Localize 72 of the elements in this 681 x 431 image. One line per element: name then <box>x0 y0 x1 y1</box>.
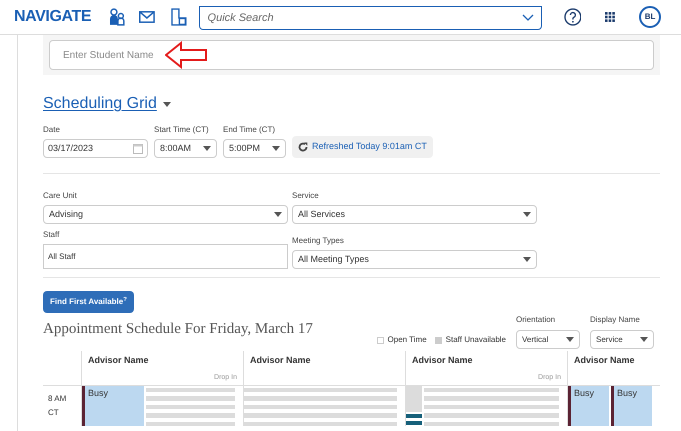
caret-icon <box>566 337 574 342</box>
user-avatar[interactable]: BL <box>639 6 662 28</box>
field-label: End Time (CT) <box>223 124 276 136</box>
document-icon[interactable] <box>170 8 187 26</box>
legend-swatch <box>376 336 384 344</box>
open-slot[interactable] <box>146 413 235 418</box>
open-slot[interactable] <box>244 404 397 410</box>
filter-select[interactable]: All Meeting Types <box>292 250 537 269</box>
people-icon[interactable] <box>109 8 125 26</box>
caret-icon <box>203 146 211 151</box>
time-select[interactable]: 8:00AM <box>154 139 217 158</box>
field-label: Meeting Types <box>292 235 345 247</box>
refresh-status[interactable]: Refreshed Today 9:01am CT <box>292 136 433 158</box>
column-header: Advisor Name <box>88 354 150 367</box>
busy-block[interactable]: Busy <box>568 386 609 426</box>
open-slot[interactable] <box>424 396 559 401</box>
caret-icon <box>523 257 531 262</box>
apps-grid-icon[interactable] <box>605 12 616 22</box>
column-header: Advisor Name <box>412 354 474 367</box>
refresh-icon[interactable] <box>298 142 308 152</box>
busy-block[interactable]: Busy <box>82 386 144 426</box>
date-field[interactable]: 03/17/2023 <box>43 139 148 158</box>
dropdown-caret-icon <box>162 102 171 106</box>
legend-label: Open Time <box>388 334 427 346</box>
appointment-marker[interactable] <box>406 414 422 418</box>
filter-select[interactable]: Advising <box>43 205 288 224</box>
staff-field[interactable]: All Staff <box>43 244 288 269</box>
view-select[interactable]: Vertical <box>516 330 580 349</box>
field-label: Orientation <box>516 314 556 326</box>
open-slot[interactable] <box>244 396 397 401</box>
open-slot[interactable] <box>146 388 235 392</box>
appointment-marker[interactable] <box>406 421 422 425</box>
calendar-icon[interactable] <box>133 143 143 154</box>
legend-label: Staff Unavailable <box>446 334 506 346</box>
brand-logo[interactable]: NAVIGATE <box>14 5 92 29</box>
column-header: Advisor Name <box>574 354 636 367</box>
annotation-arrow-icon <box>165 41 207 69</box>
busy-block[interactable]: Busy <box>611 386 652 426</box>
caret-icon <box>523 212 531 217</box>
legend-swatch <box>434 336 442 344</box>
column-header: Advisor Name <box>250 354 312 367</box>
open-slot[interactable] <box>424 413 559 418</box>
open-slot[interactable] <box>244 413 397 418</box>
caret-icon <box>274 212 282 217</box>
mail-icon[interactable] <box>138 11 155 23</box>
field-label: Care Unit <box>43 190 78 202</box>
open-slot[interactable] <box>424 422 559 426</box>
field-label: Display Name <box>590 314 641 326</box>
time-label: 8 AM CT <box>47 393 68 419</box>
find-first-available-button[interactable]: Find First Available$^{?}$ <box>43 291 134 313</box>
open-slot[interactable] <box>146 422 235 426</box>
view-title-link[interactable]: Scheduling Grid <box>43 92 157 116</box>
open-slot[interactable] <box>146 396 235 401</box>
open-slot[interactable] <box>244 388 397 392</box>
view-select[interactable]: Service <box>590 330 654 349</box>
open-slot[interactable] <box>146 404 235 410</box>
open-slot[interactable] <box>244 422 397 426</box>
field-label: Staff <box>43 229 60 241</box>
quick-search-field[interactable]: Quick Search <box>198 6 542 30</box>
time-select[interactable]: 5:00PM <box>223 139 286 158</box>
field-label: Date <box>43 124 61 136</box>
student-name-field[interactable]: Enter Student Name <box>49 40 654 70</box>
field-label: Service <box>292 190 320 202</box>
chevron-down-icon[interactable] <box>522 14 534 21</box>
filter-select[interactable]: All Services <box>292 205 537 224</box>
schedule-title: Appointment Schedule For Friday, March 17 <box>43 320 313 338</box>
help-icon[interactable] <box>564 8 582 26</box>
caret-icon <box>640 337 648 342</box>
open-slot[interactable] <box>424 404 559 410</box>
field-label: Start Time (CT) <box>154 124 210 136</box>
caret-icon <box>272 146 280 151</box>
open-slot[interactable] <box>424 388 559 392</box>
